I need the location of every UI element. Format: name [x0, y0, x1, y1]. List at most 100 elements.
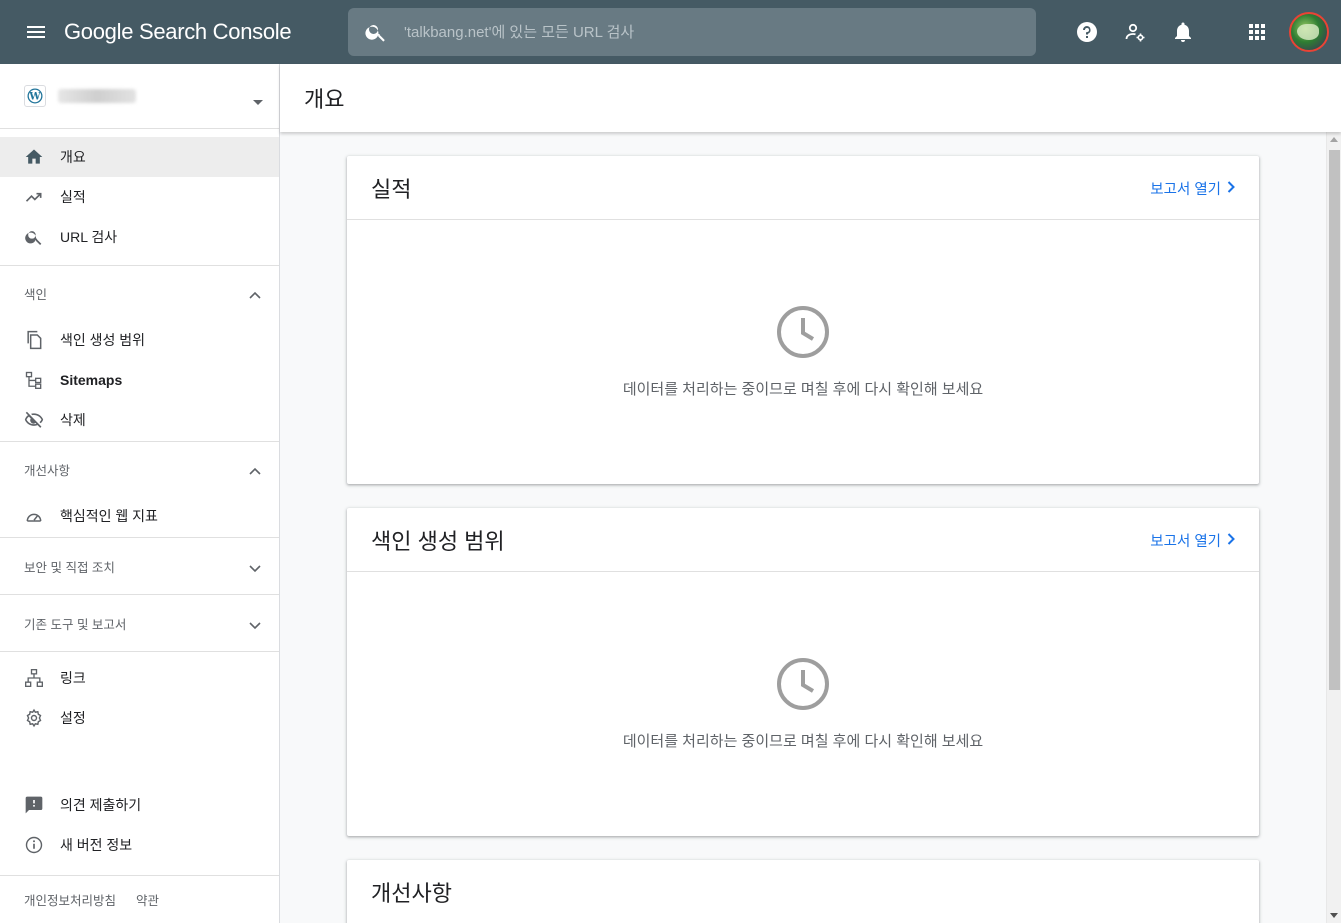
section-legacy: 기존 도구 및 보고서: [0, 594, 279, 651]
card-body: 데이터를 처리하는 중이므로 며칠 후에 다시 확인해 보세요: [347, 572, 1259, 836]
chevron-down-icon: [253, 92, 263, 110]
sidebar-item-removals[interactable]: 삭제: [0, 400, 279, 440]
section-title: 개선사항: [24, 463, 71, 478]
chevron-down-icon: [249, 562, 261, 576]
info-icon: [24, 835, 44, 855]
coverage-card: 색인 생성 범위 보고서 열기 데이터를 처리하는 중이므로 며칠 후에 다시 …: [347, 508, 1259, 836]
open-report-label: 보고서 열기: [1150, 534, 1221, 550]
chevron-down-icon: [249, 619, 261, 633]
sidebar-item-label: 삭제: [60, 412, 86, 428]
scrollbar[interactable]: [1326, 132, 1341, 923]
speed-icon: [24, 506, 44, 526]
notifications-icon[interactable]: [1159, 8, 1207, 56]
sidebar-item-label: 링크: [60, 670, 86, 686]
sidebar-footer-nav: 의견 제출하기 새 버전 정보: [0, 785, 279, 865]
section-title: 보안 및 직접 조치: [24, 560, 115, 575]
sidebar-item-overview[interactable]: 개요: [0, 137, 279, 177]
sidebar-item-label: 새 버전 정보: [60, 837, 133, 853]
card-header: 색인 생성 범위 보고서 열기: [347, 508, 1259, 572]
manage-users-icon[interactable]: [1111, 8, 1159, 56]
sidebar-item-core-web-vitals[interactable]: 핵심적인 웹 지표: [0, 496, 279, 536]
feedback-icon: [24, 795, 44, 815]
sidebar-item-whats-new[interactable]: 새 버전 정보: [0, 825, 279, 865]
chevron-right-icon: [1227, 180, 1235, 197]
home-icon: [24, 147, 44, 167]
section-title: 기존 도구 및 보고서: [24, 617, 127, 632]
sidebar-item-url-inspection[interactable]: URL 검사: [0, 217, 279, 257]
visibility-off-icon: [24, 410, 44, 430]
section-header-index[interactable]: 색인: [0, 266, 279, 320]
chevron-up-icon: [249, 288, 261, 302]
chevron-up-icon: [249, 464, 261, 478]
sidebar-item-label: 설정: [60, 710, 86, 726]
processing-message: 데이터를 처리하는 중이므로 며칠 후에 다시 확인해 보세요: [622, 733, 984, 750]
sidebar-item-sitemaps[interactable]: Sitemaps: [0, 360, 279, 400]
sidebar-item-label: URL 검사: [60, 229, 118, 245]
avatar[interactable]: [1289, 12, 1329, 52]
sidebar-item-coverage[interactable]: 색인 생성 범위: [0, 320, 279, 360]
sidebar-item-settings[interactable]: 설정: [0, 698, 279, 738]
section-title: 색인: [24, 287, 48, 302]
footer-links: 개인정보처리방침 약관: [0, 875, 279, 923]
links-icon: [24, 668, 44, 688]
performance-card: 실적 보고서 열기 데이터를 처리하는 중이므로 며칠 후에 다시 확인해 보세…: [347, 156, 1259, 484]
help-icon[interactable]: [1063, 8, 1111, 56]
sitemap-icon: [24, 370, 44, 390]
property-name-redacted: [58, 89, 136, 103]
svg-text:W: W: [28, 92, 41, 103]
sidebar-item-label: 핵심적인 웹 지표: [60, 508, 158, 524]
card-header: 실적 보고서 열기: [347, 156, 1259, 220]
search-input[interactable]: [404, 23, 1036, 41]
copy-icon: [24, 330, 44, 350]
card-body: 데이터를 처리하는 중이므로 며칠 후에 다시 확인해 보세요: [347, 220, 1259, 484]
sidebar-item-label: Sitemaps: [60, 372, 123, 388]
clock-icon: [776, 305, 830, 364]
section-other: 링크 설정: [0, 651, 279, 738]
open-report-label: 보고서 열기: [1150, 182, 1221, 198]
sidebar: W 개요 실적 URL 검사 색인 색인 생성 범위 Sitemaps 삭제 개…: [0, 64, 280, 923]
sidebar-item-label: 개요: [60, 149, 86, 165]
section-security: 보안 및 직접 조치: [0, 537, 279, 594]
sidebar-item-label: 의견 제출하기: [60, 797, 142, 813]
section-header-enhancements[interactable]: 개선사항: [0, 442, 279, 496]
privacy-link[interactable]: 개인정보처리방침: [24, 890, 116, 909]
section-index: 색인 색인 생성 범위 Sitemaps 삭제: [0, 265, 279, 441]
search-icon: [24, 227, 44, 247]
sidebar-item-links[interactable]: 링크: [0, 658, 279, 698]
card-header: 개선사항: [347, 860, 1259, 923]
scroll-up-arrow[interactable]: [1330, 137, 1338, 142]
apps-icon[interactable]: [1233, 8, 1281, 56]
top-actions: [1063, 0, 1341, 64]
card-title: 개선사항: [371, 881, 452, 906]
card-title: 색인 생성 범위: [371, 528, 505, 554]
main-content: 실적 보고서 열기 데이터를 처리하는 중이므로 며칠 후에 다시 확인해 보세…: [280, 132, 1326, 923]
card-title: 실적: [371, 176, 412, 202]
page-header: 개요: [280, 64, 1341, 132]
section-header-security[interactable]: 보안 및 직접 조치: [0, 538, 279, 594]
url-inspection-search[interactable]: [348, 8, 1036, 56]
sidebar-item-label: 색인 생성 범위: [60, 332, 146, 348]
scroll-down-arrow[interactable]: [1330, 913, 1338, 918]
section-header-legacy[interactable]: 기존 도구 및 보고서: [0, 595, 279, 651]
enhancements-card: 개선사항: [347, 860, 1259, 923]
section-enhancements: 개선사항 핵심적인 웹 지표: [0, 441, 279, 537]
processing-message: 데이터를 처리하는 중이므로 며칠 후에 다시 확인해 보세요: [622, 381, 984, 398]
chevron-right-icon: [1227, 532, 1235, 549]
sidebar-item-label: 실적: [60, 189, 86, 205]
clock-icon: [776, 657, 830, 716]
open-report-link[interactable]: 보고서 열기: [1150, 530, 1235, 551]
property-selector[interactable]: W: [0, 64, 279, 129]
sidebar-item-performance[interactable]: 실적: [0, 177, 279, 217]
menu-icon[interactable]: [12, 8, 60, 56]
settings-icon: [24, 708, 44, 728]
sidebar-item-feedback[interactable]: 의견 제출하기: [0, 785, 279, 825]
terms-link[interactable]: 약관: [136, 890, 159, 909]
search-icon[interactable]: [348, 20, 404, 44]
top-app-bar: Google Search Console: [0, 0, 1341, 64]
app-logo[interactable]: Google Search Console: [64, 19, 292, 45]
trending-up-icon: [24, 187, 44, 207]
open-report-link[interactable]: 보고서 열기: [1150, 178, 1235, 199]
wordpress-icon: W: [24, 85, 46, 107]
scrollbar-thumb[interactable]: [1329, 150, 1340, 690]
page-title: 개요: [304, 87, 345, 112]
